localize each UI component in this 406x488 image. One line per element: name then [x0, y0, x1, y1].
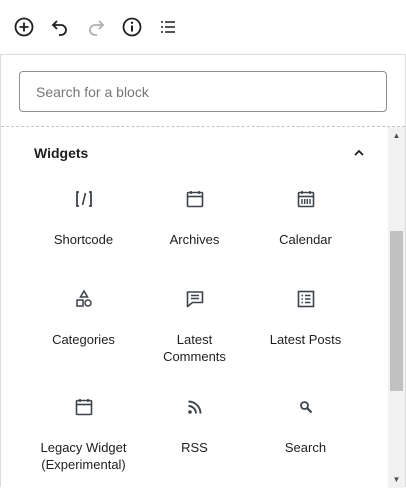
editor-toolbar [0, 0, 406, 54]
block-label: Archives [169, 232, 220, 247]
legacy-widget-icon [72, 395, 96, 419]
block-label: Categories [52, 332, 115, 347]
info-button[interactable] [120, 15, 144, 39]
rss-icon [183, 395, 207, 419]
list-view-button[interactable] [156, 15, 180, 39]
block-label: Latest Posts [269, 332, 342, 347]
info-icon [122, 17, 142, 37]
block-label: Shortcode [53, 232, 114, 247]
block-calendar[interactable]: Calendar [250, 179, 361, 279]
widgets-panel-toggle[interactable]: Widgets [19, 135, 369, 171]
chevron-up-icon [349, 143, 369, 163]
search-area [1, 55, 405, 127]
undo-button[interactable] [48, 15, 72, 39]
redo-button[interactable] [84, 15, 108, 39]
block-rss[interactable]: RSS [139, 387, 250, 479]
scroll-up-arrow-icon[interactable]: ▲ [388, 127, 405, 144]
block-list: Widgets Shortcode Archives Calendar Cate… [1, 127, 405, 488]
list-view-icon [161, 21, 175, 33]
block-search-input[interactable] [19, 71, 387, 112]
block-latest-comments[interactable]: Latest Comments [139, 279, 250, 379]
latest-comments-icon [183, 287, 207, 311]
block-label: RSS [181, 440, 208, 455]
section-title: Widgets [34, 145, 89, 161]
block-label: Latest Comments [163, 332, 226, 364]
block-shortcode[interactable]: Shortcode [28, 179, 139, 279]
latest-posts-icon [294, 287, 318, 311]
archives-icon [183, 187, 207, 211]
shortcode-icon [72, 187, 96, 211]
add-block-icon [14, 17, 34, 37]
redo-icon [89, 20, 105, 36]
block-latest-posts[interactable]: Latest Posts [250, 279, 361, 379]
scroll-down-arrow-icon[interactable]: ▼ [388, 471, 405, 488]
calendar-icon [294, 187, 318, 211]
block-grid: Shortcode Archives Calendar Categories L… [28, 179, 361, 479]
scroll-thumb[interactable] [390, 231, 403, 391]
undo-icon [51, 20, 67, 36]
add-block-button[interactable] [12, 15, 36, 39]
block-label: Calendar [279, 232, 332, 247]
block-categories[interactable]: Categories [28, 279, 139, 379]
block-search[interactable]: Search [250, 387, 361, 479]
block-label: Search [284, 440, 327, 455]
categories-icon [72, 287, 96, 311]
block-label: Legacy Widget (Experimental) [40, 440, 127, 472]
block-inserter-panel: Widgets Shortcode [0, 54, 406, 488]
vertical-scrollbar[interactable]: ▲ ▼ [388, 127, 405, 488]
block-archives[interactable]: Archives [139, 179, 250, 279]
block-legacy-widget[interactable]: Legacy Widget (Experimental) [28, 387, 139, 479]
search-icon [294, 395, 318, 419]
